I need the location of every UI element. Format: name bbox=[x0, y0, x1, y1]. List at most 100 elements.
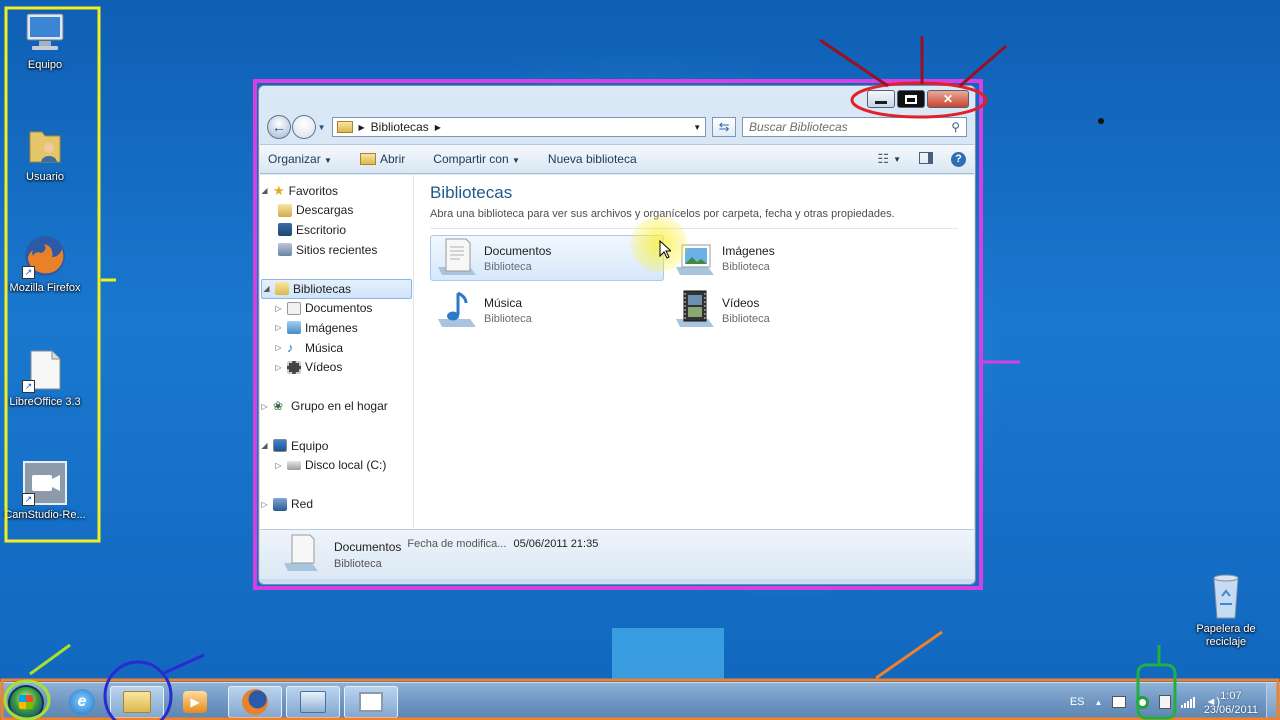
search-input[interactable]: Buscar Bibliotecas ⚲ bbox=[741, 117, 967, 137]
libraries-title: Bibliotecas bbox=[430, 183, 513, 202]
nav-homegroup[interactable]: ▷ ❀ Grupo en el hogar bbox=[260, 397, 413, 417]
desktop-icon-libreoffice[interactable]: ↗ LibreOffice 3.3 bbox=[0, 347, 90, 408]
show-desktop-button[interactable] bbox=[1266, 683, 1280, 720]
library-kind: Biblioteca bbox=[484, 260, 532, 273]
taskbar-ie-button[interactable]: e bbox=[55, 686, 109, 718]
network-icon bbox=[273, 497, 287, 511]
library-documents[interactable]: Documentos Biblioteca bbox=[430, 235, 664, 281]
refresh-icon: ⇆ bbox=[718, 119, 730, 134]
show-hidden-icons-button[interactable]: ▲ bbox=[1095, 698, 1103, 707]
nav-music[interactable]: ▷ ♪ Música bbox=[260, 338, 413, 358]
library-music[interactable]: Música Biblioteca bbox=[430, 287, 664, 333]
minimize-icon bbox=[875, 100, 887, 104]
firefox-icon: ↗ bbox=[22, 233, 68, 279]
close-button[interactable]: ✕ bbox=[927, 90, 969, 108]
annotation-arrow-minimize bbox=[819, 38, 889, 88]
breadcrumb-separator-icon[interactable]: ▶ bbox=[435, 123, 441, 132]
network-signal-icon[interactable] bbox=[1181, 696, 1196, 708]
tray-sync-icon[interactable] bbox=[1136, 695, 1150, 709]
desktop-icon bbox=[278, 223, 292, 237]
desktop-icon-recycle-bin[interactable]: Papelera de reciclaje bbox=[1182, 572, 1270, 649]
nav-computer[interactable]: ◢ Equipo bbox=[260, 436, 413, 456]
desktop-icon-camstudio[interactable]: ↗ CamStudio-Re... bbox=[0, 460, 90, 521]
homegroup-icon: ❀ bbox=[273, 399, 284, 414]
taskbar-camstudio-button[interactable] bbox=[344, 686, 398, 718]
film-icon bbox=[287, 360, 301, 374]
new-library-button[interactable]: Nueva biblioteca bbox=[548, 152, 637, 166]
nav-images[interactable]: ▷ Imágenes bbox=[260, 318, 413, 338]
images-icon bbox=[287, 321, 301, 335]
organize-menu[interactable]: Organizar ▼ bbox=[268, 152, 332, 166]
nav-documents[interactable]: ▷ Documentos bbox=[260, 299, 413, 319]
libraries-grid: Documentos Biblioteca Imágenes Biblioteca … bbox=[430, 235, 958, 333]
help-icon: ? bbox=[951, 151, 966, 167]
help-button[interactable]: ? bbox=[951, 151, 966, 167]
nav-videos[interactable]: ▷ Vídeos bbox=[260, 357, 413, 377]
minimize-button[interactable] bbox=[867, 90, 895, 108]
address-field[interactable]: ▶ Bibliotecas ▶ ▼ bbox=[331, 117, 707, 137]
preview-pane-button[interactable] bbox=[919, 151, 933, 167]
libraries-icon bbox=[275, 282, 289, 296]
share-menu[interactable]: Compartir con ▼ bbox=[433, 152, 520, 166]
desktop-icon-label: Equipo bbox=[27, 59, 63, 71]
taskbar-media-player-button[interactable]: ▶ bbox=[168, 686, 222, 718]
details-name: Documentos bbox=[334, 539, 402, 554]
document-icon: ↗ bbox=[22, 347, 68, 393]
library-images[interactable]: Imágenes Biblioteca bbox=[668, 235, 902, 281]
open-button[interactable]: Abrir bbox=[359, 152, 405, 166]
nav-network[interactable]: ▷ Red bbox=[260, 495, 413, 515]
desktop-icon-user[interactable]: Usuario bbox=[0, 122, 90, 183]
tray-app-icon[interactable] bbox=[1112, 696, 1127, 708]
recent-pages-dropdown-icon[interactable]: ▼ bbox=[318, 123, 326, 132]
taskbar-control-panel-button[interactable] bbox=[286, 686, 340, 718]
clock[interactable]: 1:07 23/06/2011 bbox=[1204, 689, 1258, 717]
action-center-icon[interactable] bbox=[1159, 695, 1172, 709]
breadcrumb-bibliotecas[interactable]: Bibliotecas bbox=[371, 120, 429, 134]
window-caption-buttons: ✕ bbox=[867, 90, 969, 108]
desktop-icon-label: Mozilla Firefox bbox=[9, 282, 81, 294]
nav-libraries[interactable]: ◢ Bibliotecas bbox=[261, 278, 412, 299]
camera-icon: ↗ bbox=[22, 460, 68, 506]
expand-icon: ▷ bbox=[275, 343, 282, 353]
library-name: Imágenes bbox=[722, 243, 775, 258]
forward-button[interactable] bbox=[291, 115, 316, 139]
address-dropdown-icon[interactable]: ▼ bbox=[693, 123, 701, 132]
desktop-icon-computer[interactable]: Equipo bbox=[0, 10, 90, 71]
shortcut-arrow-icon: ↗ bbox=[22, 380, 35, 393]
collapse-icon: ◢ bbox=[261, 441, 268, 451]
expand-icon: ▷ bbox=[261, 499, 268, 509]
internet-explorer-icon: e bbox=[69, 689, 95, 715]
search-icon: ⚲ bbox=[951, 120, 960, 134]
details-modified-label: Fecha de modifica... bbox=[407, 538, 507, 550]
music-note-icon: ♪ bbox=[287, 340, 294, 356]
taskbar-firefox-button[interactable] bbox=[228, 686, 282, 718]
nav-local-disk[interactable]: ▷ Disco local (C:) bbox=[260, 455, 413, 475]
refresh-button[interactable]: ⇆ bbox=[712, 117, 736, 137]
library-videos[interactable]: Vídeos Biblioteca bbox=[668, 287, 902, 333]
control-panel-icon bbox=[300, 691, 326, 713]
annotation-dot bbox=[1098, 118, 1104, 124]
library-name: Documentos bbox=[484, 243, 552, 258]
nav-favorites[interactable]: ◢ ★ Favoritos bbox=[260, 181, 413, 201]
taskbar-explorer-button[interactable] bbox=[110, 686, 164, 718]
back-button[interactable]: ← bbox=[267, 115, 291, 139]
computer-icon bbox=[22, 10, 68, 56]
language-indicator[interactable]: ES bbox=[1070, 696, 1085, 708]
nav-recent[interactable]: Sitios recientes bbox=[260, 240, 413, 260]
taskbar: e ▶ ES ▲ ◄) 1:07 23/06/2011 bbox=[0, 682, 1280, 720]
change-view-button[interactable]: ☷ ▼ bbox=[877, 151, 901, 167]
nav-desktop[interactable]: Escritorio bbox=[260, 220, 413, 240]
media-player-icon: ▶ bbox=[183, 691, 207, 713]
recycle-bin-icon bbox=[1206, 572, 1246, 620]
annotation-taskbar-arrow bbox=[875, 630, 943, 680]
documents-icon bbox=[287, 301, 301, 315]
view-icon: ☷ bbox=[877, 151, 890, 166]
folder-icon bbox=[123, 691, 151, 713]
start-button[interactable] bbox=[8, 685, 44, 720]
nav-downloads[interactable]: Descargas bbox=[260, 201, 413, 221]
desktop-icon-firefox[interactable]: ↗ Mozilla Firefox bbox=[0, 233, 90, 294]
search-placeholder: Buscar Bibliotecas bbox=[748, 120, 848, 134]
view-controls: ☷ ▼ ? bbox=[877, 151, 966, 167]
star-icon: ★ bbox=[273, 182, 285, 198]
maximize-button[interactable] bbox=[897, 90, 925, 108]
